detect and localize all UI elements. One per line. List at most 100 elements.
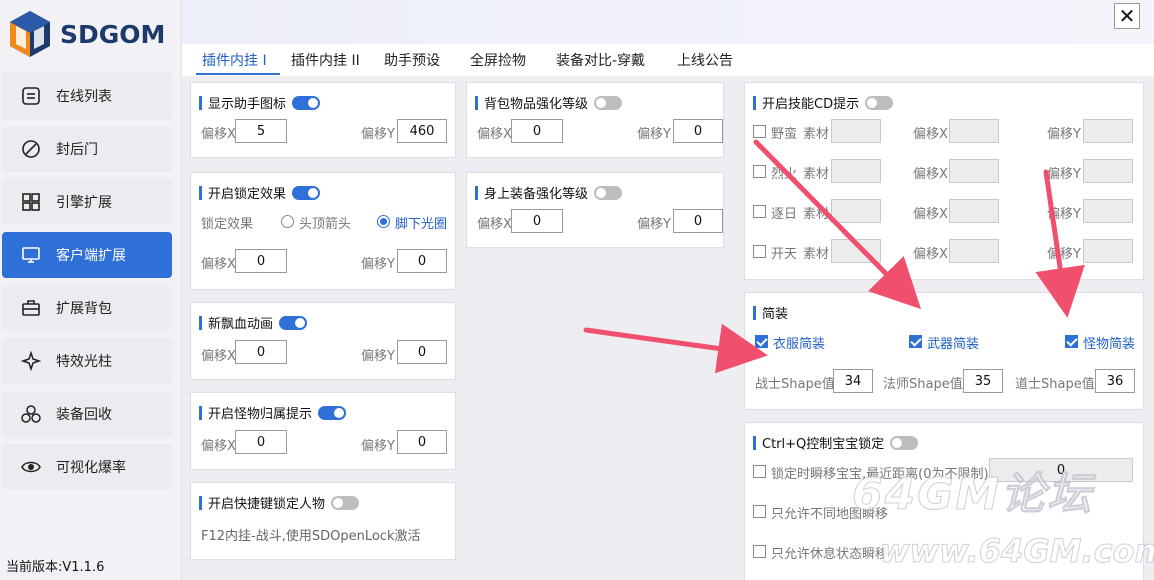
material-input[interactable]	[831, 119, 881, 143]
monster-owner-toggle[interactable]	[318, 405, 347, 420]
offset-y-input[interactable]: 0	[397, 249, 447, 273]
panel-blood-anim: 新飘血动画 偏移X 0 偏移Y 0	[190, 302, 456, 380]
skill-checkbox[interactable]	[753, 205, 766, 218]
tab-active-indicator	[196, 73, 280, 75]
material-label: 素材	[803, 207, 830, 222]
panel-helper-icon: 显示助手图标 偏移X 5 偏移Y 460	[190, 82, 456, 158]
offset-y-input[interactable]: 0	[397, 340, 447, 364]
warrior-shape-label: 战士Shape值	[755, 377, 835, 392]
tab-plugin-1[interactable]: 插件内挂 I	[202, 50, 267, 70]
sidebar-item-label: 装备回收	[56, 407, 112, 423]
monitor-icon	[20, 244, 42, 266]
radio-foot-halo[interactable]	[377, 215, 390, 228]
material-input[interactable]	[831, 239, 881, 263]
skill-name: 开天	[771, 247, 798, 262]
tab-equip-compare[interactable]: 装备对比-穿戴	[556, 50, 645, 70]
material-input[interactable]	[831, 159, 881, 183]
panel-simple-outfit: 简装 衣服简装 武器简装 怪物简装 战士Shape值 34 法师Shape值 3…	[744, 292, 1144, 410]
taoist-shape-label: 道士Shape值	[1015, 377, 1095, 392]
blood-anim-toggle[interactable]	[279, 315, 308, 330]
offset-y-input[interactable]	[1083, 239, 1133, 263]
tab-plugin-2[interactable]: 插件内挂 II	[291, 50, 360, 70]
skill-cd-toggle[interactable]	[865, 95, 894, 110]
tab-fullscreen-pickup[interactable]: 全屏捡物	[470, 50, 526, 70]
sidebar-item-client[interactable]: 客户端扩展	[2, 232, 172, 278]
offset-x-label: 偏移X	[477, 127, 512, 142]
pet-diff-map-checkbox[interactable]	[753, 505, 766, 518]
offset-y-label: 偏移Y	[1047, 167, 1081, 182]
pet-rest-checkbox[interactable]	[753, 545, 766, 558]
cloth-simple-checkbox[interactable]	[755, 335, 768, 348]
offset-y-label: 偏移Y	[361, 127, 395, 142]
panel-title: Ctrl+Q控制宝宝锁定	[762, 437, 885, 452]
panel-title: 开启怪物归属提示	[208, 407, 313, 422]
grid-icon	[20, 191, 42, 213]
offset-x-input[interactable]	[949, 239, 999, 263]
tab-assistant-preset[interactable]: 助手预设	[384, 50, 440, 70]
sidebar-item-label: 可视化爆率	[56, 460, 126, 476]
offset-x-input[interactable]: 0	[235, 340, 287, 364]
material-input[interactable]	[831, 199, 881, 223]
offset-y-input[interactable]	[1083, 199, 1133, 223]
offset-x-label: 偏移X	[913, 207, 948, 222]
offset-y-input[interactable]: 0	[673, 119, 723, 143]
sidebar-item-online-list[interactable]: 在线列表	[2, 73, 172, 119]
equip-level-toggle[interactable]	[594, 185, 623, 200]
lock-effect-toggle[interactable]	[292, 185, 321, 200]
offset-x-label: 偏移X	[913, 127, 948, 142]
mage-shape-input[interactable]: 35	[963, 369, 1003, 393]
sidebar: SDGOM 在线列表 封后门 引擎扩展 客户端扩展 扩展背包 特效光柱 装备回收…	[0, 0, 182, 580]
offset-y-input[interactable]	[1083, 119, 1133, 143]
eye-icon	[20, 456, 42, 478]
offset-y-label: 偏移Y	[361, 257, 395, 272]
offset-x-input[interactable]: 0	[235, 430, 287, 454]
helper-icon-toggle[interactable]	[292, 95, 321, 110]
taoist-shape-input[interactable]: 36	[1095, 369, 1135, 393]
panel-hotkey-lock: 开启快捷键锁定人物 F12内挂-战斗,使用SDOpenLock激活	[190, 482, 456, 560]
sidebar-item-bag[interactable]: 扩展背包	[2, 285, 172, 331]
offset-y-input[interactable]: 460	[397, 119, 447, 143]
monster-simple-checkbox[interactable]	[1065, 335, 1078, 348]
offset-y-input[interactable]: 0	[673, 209, 723, 233]
panel-monster-owner: 开启怪物归属提示 偏移X 0 偏移Y 0	[190, 392, 456, 470]
offset-x-input[interactable]	[949, 119, 999, 143]
skill-checkbox[interactable]	[753, 245, 766, 258]
skill-checkbox[interactable]	[753, 165, 766, 178]
skill-checkbox[interactable]	[753, 125, 766, 138]
title-bar: ✕	[182, 0, 1154, 44]
sidebar-item-droprate[interactable]: 可视化爆率	[2, 444, 172, 490]
radio-head-arrow[interactable]	[281, 215, 294, 228]
skill-name: 逐日	[771, 207, 798, 222]
offset-y-label: 偏移Y	[1047, 247, 1081, 262]
mage-shape-label: 法师Shape值	[883, 377, 963, 392]
close-icon: ✕	[1118, 4, 1136, 28]
offset-x-input[interactable]: 0	[235, 249, 287, 273]
offset-x-input[interactable]: 0	[511, 209, 563, 233]
warrior-shape-input[interactable]: 34	[833, 369, 873, 393]
weapon-simple-label: 武器简装	[927, 337, 980, 352]
offset-y-label: 偏移Y	[1047, 127, 1081, 142]
pet-lock-toggle[interactable]	[890, 435, 919, 450]
offset-x-input[interactable]: 5	[235, 119, 287, 143]
sidebar-item-engine[interactable]: 引擎扩展	[2, 179, 172, 225]
offset-y-input[interactable]	[1083, 159, 1133, 183]
offset-x-label: 偏移X	[913, 167, 948, 182]
skill-name: 烈火	[771, 167, 798, 182]
offset-x-input[interactable]	[949, 199, 999, 223]
weapon-simple-checkbox[interactable]	[909, 335, 922, 348]
hotkey-lock-note: F12内挂-战斗,使用SDOpenLock激活	[201, 529, 421, 544]
tab-online-notice[interactable]: 上线公告	[677, 50, 733, 70]
offset-x-input[interactable]	[949, 159, 999, 183]
pet-teleport-checkbox[interactable]	[753, 465, 766, 478]
offset-x-input[interactable]: 0	[511, 119, 563, 143]
material-label: 素材	[803, 247, 830, 262]
hotkey-lock-toggle[interactable]	[331, 495, 360, 510]
bag-level-toggle[interactable]	[594, 95, 623, 110]
sidebar-item-backdoor[interactable]: 封后门	[2, 126, 172, 172]
sidebar-item-light[interactable]: 特效光柱	[2, 338, 172, 384]
panel-title: 身上装备强化等级	[484, 187, 589, 202]
offset-x-label: 偏移X	[201, 257, 236, 272]
sidebar-item-recycle[interactable]: 装备回收	[2, 391, 172, 437]
close-button[interactable]: ✕	[1114, 3, 1140, 29]
offset-y-input[interactable]: 0	[397, 430, 447, 454]
